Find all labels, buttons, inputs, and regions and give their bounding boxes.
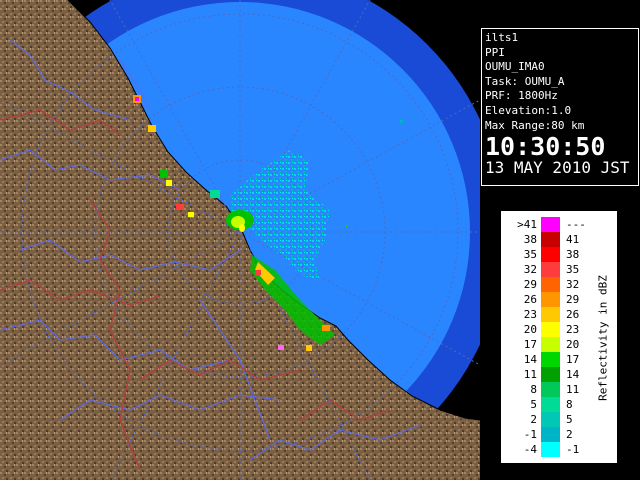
legend-color-swatch	[541, 262, 560, 277]
legend-upper-bound: 41	[566, 233, 580, 246]
legend-upper-bound: -1	[566, 443, 580, 456]
elevation-label: Elevation:1.0	[485, 103, 572, 117]
legend-color-swatch	[541, 232, 560, 247]
legend-upper-bound: 17	[566, 353, 580, 366]
product-type: PPI	[485, 45, 505, 59]
legend-color-swatch	[541, 307, 560, 322]
observation-time: 10:30:50	[485, 132, 606, 162]
legend-lower-bound: 38	[523, 233, 537, 246]
legend-upper-bound: 32	[566, 278, 580, 291]
legend-upper-bound: ---	[566, 218, 586, 231]
legend-color-swatch	[541, 412, 560, 427]
legend-upper-bound: 8	[566, 398, 573, 411]
radar-id: OUMU_IMA0	[485, 60, 545, 74]
legend-color-swatch	[541, 397, 560, 412]
legend-color-swatch	[541, 322, 560, 337]
legend-upper-bound: 11	[566, 383, 580, 396]
legend-color-swatch	[541, 292, 560, 307]
legend-upper-bound: 2	[566, 428, 573, 441]
legend-upper-bound: 5	[566, 413, 573, 426]
legend-lower-bound: 2	[530, 413, 537, 426]
legend-upper-bound: 20	[566, 338, 580, 351]
radar-info-panel: ilts1 PPI OUMU_IMA0 Task: OUMU_A PRF: 18…	[481, 28, 639, 186]
legend-title: Reflectivity in dBZ	[596, 275, 610, 401]
task-label: Task: OUMU_A	[485, 74, 565, 88]
legend-color-swatch	[541, 247, 560, 262]
legend-upper-bound: 23	[566, 323, 580, 336]
legend-upper-bound: 26	[566, 308, 580, 321]
legend-lower-bound: -4	[523, 443, 537, 456]
legend-upper-bound: 14	[566, 368, 580, 381]
legend-lower-bound: 8	[530, 383, 537, 396]
legend-lower-bound: -1	[523, 428, 537, 441]
radar-ppi-view	[0, 0, 480, 480]
legend-lower-bound: 20	[523, 323, 537, 336]
legend-color-swatch	[541, 277, 560, 292]
legend-color-swatch	[541, 337, 560, 352]
legend-lower-bound: 29	[523, 278, 537, 291]
legend-upper-bound: 29	[566, 293, 580, 306]
legend-lower-bound: 23	[523, 308, 537, 321]
legend-color-swatch	[541, 217, 560, 232]
prf-label: PRF: 1800Hz	[485, 89, 558, 103]
legend-color-swatch	[541, 382, 560, 397]
legend-color-swatch	[541, 427, 560, 442]
legend-upper-bound: 35	[566, 263, 580, 276]
legend-lower-bound: 14	[523, 353, 537, 366]
reflectivity-legend: >41 --- 38 41 35 38 32 35 29 32 26 29 23 26 20 23 17 20 14…	[500, 210, 618, 464]
legend-upper-bound: 38	[566, 248, 580, 261]
legend-lower-bound: 35	[523, 248, 537, 261]
site-name: ilts1	[485, 31, 519, 44]
legend-lower-bound: 17	[523, 338, 537, 351]
legend-color-swatch	[541, 442, 560, 457]
legend-color-swatch	[541, 352, 560, 367]
legend-lower-bound: 11	[523, 368, 537, 381]
radar-display: ilts1 PPI OUMU_IMA0 Task: OUMU_A PRF: 18…	[0, 0, 640, 480]
legend-color-swatch	[541, 367, 560, 382]
observation-date: 13 MAY 2010 JST	[485, 158, 630, 178]
max-range-label: Max Range:80 km	[485, 118, 585, 132]
legend-lower-bound: 32	[523, 263, 537, 276]
legend-lower-bound: >41	[517, 218, 537, 231]
legend-lower-bound: 26	[523, 293, 537, 306]
legend-lower-bound: 5	[530, 398, 537, 411]
